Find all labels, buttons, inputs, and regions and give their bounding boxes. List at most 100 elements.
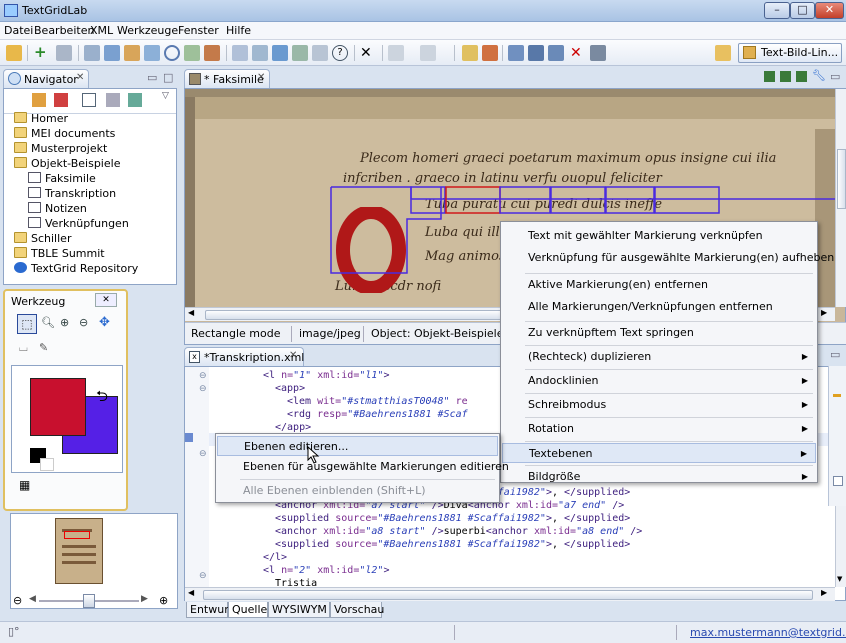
- move-tool-icon[interactable]: ✥: [99, 315, 110, 330]
- context-menu-item[interactable]: (Rechteck) duplizieren ▶: [502, 347, 816, 367]
- grid-icon[interactable]: [84, 45, 100, 61]
- tree-item[interactable]: Verknüpfungen: [28, 216, 129, 231]
- fold-icon[interactable]: ⊖: [199, 371, 207, 381]
- zoom-in-icon[interactable]: ⊕: [60, 316, 69, 329]
- close-icon[interactable]: ✕: [76, 72, 84, 83]
- page-thumbnail[interactable]: [55, 518, 103, 584]
- tab-faksimile[interactable]: * Faksimile ✕: [184, 69, 270, 88]
- vertical-scrollbar[interactable]: [835, 89, 846, 307]
- delete-icon[interactable]: ✕: [360, 45, 376, 61]
- swap-colors-icon[interactable]: ⮌: [96, 386, 108, 411]
- panel-icon[interactable]: [312, 45, 328, 61]
- view-icon[interactable]: [292, 45, 308, 61]
- save-all-icon[interactable]: [508, 45, 524, 61]
- filter-icon[interactable]: [106, 93, 120, 107]
- context-menu-item[interactable]: Rotation ▶: [502, 419, 816, 439]
- context-menu-item[interactable]: Schreibmodus ▶: [502, 395, 816, 415]
- minimize-icon[interactable]: ▭: [830, 70, 840, 83]
- scroll-left-icon[interactable]: ◀: [188, 308, 194, 317]
- tree-item[interactable]: Objekt-Beispiele: [14, 156, 120, 171]
- person-icon[interactable]: [124, 45, 140, 61]
- tree-item[interactable]: MEI documents: [14, 126, 115, 141]
- tab-entwurf[interactable]: Entwurf: [186, 602, 233, 618]
- context-menu-item[interactable]: Aktive Markierung(en) entfernen: [502, 275, 816, 295]
- user-icon[interactable]: [204, 45, 220, 61]
- new-icon[interactable]: +: [34, 45, 50, 61]
- grid-icon[interactable]: ▦: [19, 478, 30, 492]
- tree-item[interactable]: Transkription: [28, 186, 116, 201]
- layer-icon[interactable]: [796, 71, 807, 82]
- maximize-icon[interactable]: □: [163, 71, 173, 84]
- remove-icon[interactable]: ✕: [570, 45, 586, 61]
- back-icon[interactable]: [54, 93, 68, 107]
- scroll-thumb[interactable]: [203, 590, 813, 600]
- scroll-left-icon[interactable]: ◀: [188, 588, 194, 597]
- home-icon[interactable]: [6, 45, 22, 61]
- menu-xml[interactable]: XML: [90, 24, 113, 37]
- zoom-slider-handle[interactable]: [83, 594, 95, 608]
- primary-color-swatch[interactable]: [30, 378, 86, 436]
- view-menu-icon[interactable]: ▽: [162, 91, 169, 101]
- fold-icon[interactable]: ⊖: [199, 571, 207, 581]
- submenu-item[interactable]: Ebenen für ausgewählte Markierungen edit…: [217, 457, 509, 477]
- book-icon[interactable]: [104, 45, 120, 61]
- collapse-icon[interactable]: [82, 93, 96, 107]
- context-menu-item[interactable]: Bildgröße ▶: [502, 467, 816, 487]
- tab-transkription[interactable]: x *Transkription.xml ✕: [184, 347, 304, 366]
- menu-werkzeuge[interactable]: Werkzeuge: [117, 24, 178, 37]
- tab-vorschau[interactable]: Vorschau: [330, 602, 384, 618]
- tree-item[interactable]: Faksimile: [28, 171, 96, 186]
- tree-item[interactable]: TextGrid Repository: [14, 261, 138, 276]
- tab-wysiwym[interactable]: WYSIWYM: [268, 602, 330, 618]
- pencil-icon[interactable]: [462, 45, 478, 61]
- open-perspective-icon[interactable]: [715, 45, 731, 61]
- context-menu-item[interactable]: Text mit gewählter Markierung verknüpfen: [502, 226, 816, 246]
- go-up-icon[interactable]: [32, 93, 46, 107]
- save-icon[interactable]: [56, 45, 72, 61]
- document-icon[interactable]: [144, 45, 160, 61]
- context-menu-item[interactable]: Textebenen ▶: [502, 443, 816, 463]
- close-icon[interactable]: ✕: [257, 72, 265, 83]
- context-menu-item[interactable]: Andocklinien ▶: [502, 371, 816, 391]
- zoom-out-icon[interactable]: ⊖: [13, 594, 22, 607]
- fold-icon[interactable]: ⊖: [199, 449, 207, 459]
- scroll-down-icon[interactable]: ▼: [837, 575, 842, 583]
- menu-datei[interactable]: Datei: [4, 24, 33, 37]
- table-icon[interactable]: [232, 45, 248, 61]
- layer-icon[interactable]: [764, 71, 775, 82]
- minimize-icon[interactable]: ▭: [147, 71, 157, 84]
- scroll-right-icon[interactable]: ▶: [821, 588, 827, 597]
- close-button[interactable]: ✕: [815, 2, 844, 19]
- edit-link-icon[interactable]: [482, 45, 498, 61]
- tree-item[interactable]: Homer: [14, 111, 68, 126]
- scroll-left-icon[interactable]: ◀: [29, 594, 36, 604]
- layer-icon[interactable]: [780, 71, 791, 82]
- scroll-thumb[interactable]: [837, 149, 846, 209]
- close-icon[interactable]: ✕: [95, 293, 117, 307]
- menu-hilfe[interactable]: Hilfe: [226, 24, 251, 37]
- user-link[interactable]: max.mustermann@textgrid.de: [690, 626, 846, 639]
- search-icon[interactable]: [164, 45, 180, 61]
- back-icon[interactable]: [388, 45, 404, 61]
- move-icon[interactable]: [272, 45, 288, 61]
- menu-bearbeiten[interactable]: Bearbeiten: [34, 24, 94, 37]
- tree-item[interactable]: Schiller: [14, 231, 71, 246]
- scroll-right-icon[interactable]: ▶: [821, 308, 827, 317]
- default-white-swatch[interactable]: [40, 458, 54, 471]
- forward-icon[interactable]: [420, 45, 436, 61]
- context-menu-item[interactable]: Verknüpfung für ausgewählte Markierung(e…: [502, 248, 834, 268]
- wrench-icon[interactable]: 🔧︎: [812, 69, 826, 82]
- context-menu-item[interactable]: Alle Markierungen/Verknüpfungen entferne…: [502, 297, 816, 317]
- tree-item[interactable]: Musterprojekt: [14, 141, 107, 156]
- refresh-icon[interactable]: [548, 45, 564, 61]
- zoom-icon[interactable]: 🔍︎: [41, 316, 55, 329]
- rectangle-tool-icon[interactable]: ⬚: [17, 314, 37, 334]
- tree-item[interactable]: TBLE Summit: [14, 246, 105, 261]
- help-icon[interactable]: ?: [332, 45, 348, 61]
- tab-quelle[interactable]: Quelle: [228, 602, 268, 618]
- disk-icon[interactable]: [528, 45, 544, 61]
- image-icon[interactable]: [184, 45, 200, 61]
- compare-icon[interactable]: [252, 45, 268, 61]
- sync-icon[interactable]: [128, 93, 142, 107]
- menu-fenster[interactable]: Fenster: [178, 24, 219, 37]
